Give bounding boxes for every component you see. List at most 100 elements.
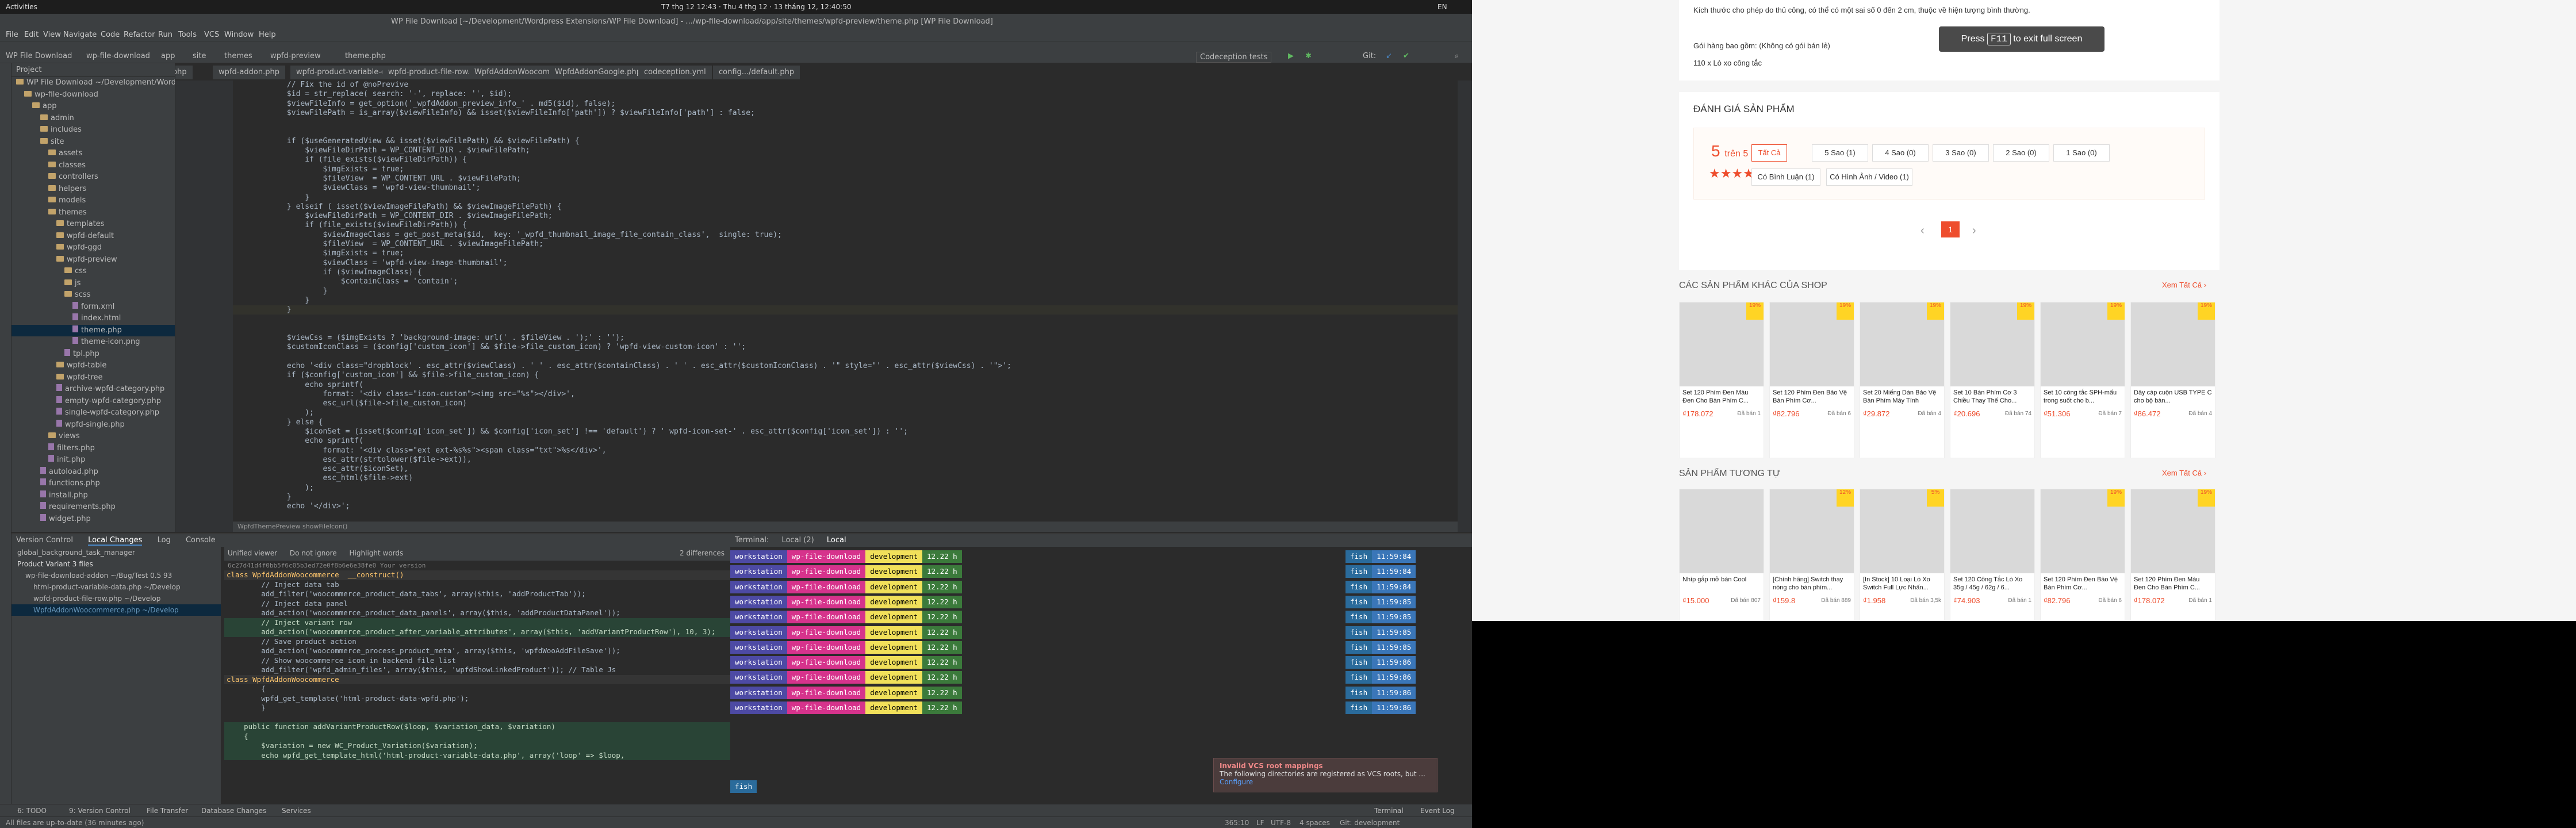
- menu-view[interactable]: View: [43, 30, 61, 39]
- rating-filter-button[interactable]: Tất Cả: [1751, 144, 1787, 162]
- tree-item[interactable]: wpfd-tree: [12, 372, 175, 384]
- tree-item[interactable]: controllers: [12, 171, 175, 183]
- menu-run[interactable]: Run: [158, 30, 172, 39]
- rating-filter-button[interactable]: 1 Sao (0): [2053, 144, 2110, 162]
- menu-edit[interactable]: Edit: [24, 30, 39, 39]
- tree-item[interactable]: requirements.php: [12, 501, 175, 513]
- similar-see-all-link[interactable]: Xem Tất Cả ›: [2162, 469, 2206, 477]
- tree-item[interactable]: widget.php: [12, 513, 175, 526]
- tree-item[interactable]: wpfd-single.php: [12, 419, 175, 431]
- editor-tab[interactable]: config.../default.php: [713, 66, 801, 79]
- tab-local-changes[interactable]: Local Changes: [88, 536, 143, 546]
- tree-item[interactable]: app: [12, 101, 175, 113]
- rating-filter-button[interactable]: 3 Sao (0): [1933, 144, 1989, 162]
- changelist-item[interactable]: global_background_task_manager: [12, 547, 221, 558]
- breadcrumb-file[interactable]: theme.php: [345, 52, 386, 60]
- activities-label[interactable]: Activities: [6, 3, 37, 11]
- caret-position[interactable]: 365:10: [1225, 819, 1249, 827]
- tree-item[interactable]: theme.php: [12, 324, 175, 336]
- product-card[interactable]: 19% Set 20 Miếng Dán Bảo Vệ Bàn Phím Máy …: [1860, 302, 1945, 458]
- tab-log[interactable]: Log: [158, 536, 171, 545]
- tree-item[interactable]: empty-wpfd-category.php: [12, 396, 175, 408]
- tree-item[interactable]: archive-wpfd-category.php: [12, 384, 175, 396]
- page-prev-button[interactable]: ‹: [1920, 224, 1925, 237]
- page-1-button[interactable]: 1: [1941, 221, 1960, 237]
- tree-item[interactable]: css: [12, 266, 175, 278]
- tree-item[interactable]: form.xml: [12, 301, 175, 313]
- tree-item[interactable]: wpfd-ggd: [12, 242, 175, 254]
- run-icon[interactable]: ▶: [1288, 52, 1294, 60]
- tree-item[interactable]: autoload.php: [12, 466, 175, 478]
- menu-window[interactable]: Window: [224, 30, 254, 39]
- rating-filter-button[interactable]: Có Bình Luận (1): [1751, 168, 1820, 186]
- breadcrumb-module[interactable]: wp-file-download: [86, 52, 150, 60]
- run-config-select[interactable]: Codeception tests: [1196, 52, 1272, 63]
- rating-filter-button[interactable]: Có Hình Ảnh / Video (1): [1826, 168, 1912, 186]
- breadcrumb-theme[interactable]: wpfd-preview: [270, 52, 321, 60]
- menu-file[interactable]: File: [6, 30, 18, 39]
- tree-item[interactable]: templates: [12, 218, 175, 231]
- tree-item[interactable]: wpfd-table: [12, 360, 175, 372]
- product-card[interactable]: 5% [In Stock] 10 Loại Lò Xo Switch Full L…: [1860, 489, 1945, 621]
- viewer-select[interactable]: Unified viewer: [228, 549, 277, 557]
- indent-setting[interactable]: 4 spaces: [1300, 819, 1330, 827]
- breadcrumb-project[interactable]: WP File Download: [6, 52, 72, 60]
- page-next-button[interactable]: ›: [1972, 224, 1976, 237]
- diff-content[interactable]: class WpfdAddonWoocommerce __construct()…: [224, 570, 730, 760]
- product-card[interactable]: 19% Set 10 Bàn Phím Cơ 3 Chiều Thay Thế C…: [1950, 302, 2035, 458]
- tree-item[interactable]: theme-icon.png: [12, 336, 175, 348]
- git-branch[interactable]: Git: development: [1340, 819, 1400, 827]
- vcs-notification[interactable]: Invalid VCS root mappings The following …: [1213, 758, 1438, 792]
- editor-breadcrumb[interactable]: WpfdThemePreview showFileIcon(): [233, 522, 1458, 532]
- code-editor[interactable]: // Fix the id of @noPrevive $id = str_re…: [233, 80, 1458, 532]
- tree-item[interactable]: functions.php: [12, 478, 175, 490]
- changelist-item[interactable]: Product Variant 3 files: [12, 558, 221, 570]
- tree-item[interactable]: helpers: [12, 183, 175, 195]
- tree-item[interactable]: wpfd-preview: [12, 254, 175, 266]
- tree-item[interactable]: views: [12, 431, 175, 443]
- tree-item[interactable]: wpfd-default: [12, 231, 175, 243]
- tab-console[interactable]: Console: [186, 536, 216, 545]
- product-card[interactable]: 19% Set 120 Phím Đen Màu Đen Cho Bàn Phím…: [1679, 302, 1764, 458]
- product-card[interactable]: 19% Set 10 công tắc SPH-mấu trong suốt ch…: [2040, 302, 2125, 458]
- product-card[interactable]: Set 120 Công Tắc Lò Xo 35g / 45g / 62g /…: [1950, 489, 2035, 621]
- tree-item[interactable]: index.html: [12, 313, 175, 325]
- highlight-select[interactable]: Highlight words: [350, 549, 404, 557]
- tool-database-changes[interactable]: Database Changes: [201, 807, 266, 815]
- tree-item[interactable]: models: [12, 195, 175, 207]
- tool-terminal[interactable]: Terminal: [1374, 807, 1404, 815]
- tree-item[interactable]: WP File Download ~/Development/Wordpre: [12, 77, 175, 89]
- rating-filter-button[interactable]: 5 Sao (1): [1812, 144, 1868, 162]
- tree-item[interactable]: scss: [12, 289, 175, 301]
- product-card[interactable]: 19% Set 120 Phím Đen Bảo Vệ Bàn Phím Cơ..…: [1769, 302, 1854, 458]
- tool-version-control[interactable]: 9: Version Control: [69, 807, 131, 815]
- keyboard-layout[interactable]: EN: [1438, 3, 1447, 11]
- menu-tools[interactable]: Tools: [178, 30, 197, 39]
- editor-scrollbar[interactable]: [1458, 80, 1472, 532]
- other-see-all-link[interactable]: Xem Tất Cả ›: [2162, 281, 2206, 289]
- tree-item[interactable]: admin: [12, 113, 175, 125]
- menu-help[interactable]: Help: [259, 30, 276, 39]
- project-panel-header[interactable]: Project: [12, 63, 175, 77]
- tree-item[interactable]: includes: [12, 124, 175, 136]
- tree-item[interactable]: site: [12, 136, 175, 148]
- line-separator[interactable]: LF: [1256, 819, 1264, 827]
- rating-filter-button[interactable]: 2 Sao (0): [1993, 144, 2049, 162]
- update-icon[interactable]: ↙: [1386, 52, 1392, 60]
- tree-item[interactable]: install.php: [12, 490, 175, 502]
- tree-item[interactable]: wp-file-download: [12, 89, 175, 101]
- changelist-item[interactable]: wp-file-download-addon ~/Bug/Test 0.5 93: [12, 570, 221, 581]
- menu-vcs[interactable]: VCS: [204, 30, 219, 39]
- menu-refactor[interactable]: Refactor: [124, 30, 155, 39]
- commit-icon[interactable]: ✔: [1403, 52, 1409, 60]
- tree-item[interactable]: init.php: [12, 454, 175, 466]
- terminal-current-prompt[interactable]: fish: [730, 780, 757, 793]
- file-encoding[interactable]: UTF-8: [1271, 819, 1291, 827]
- debug-icon[interactable]: ✱: [1305, 52, 1312, 60]
- menu-navigate[interactable]: Navigate: [63, 30, 97, 39]
- tool-file-transfer[interactable]: File Transfer: [147, 807, 188, 815]
- breadcrumb-site[interactable]: site: [193, 52, 206, 60]
- tool-services[interactable]: Services: [282, 807, 311, 815]
- notification-configure-link[interactable]: Configure: [1220, 778, 1431, 786]
- tab-terminal-local-2[interactable]: Local (2): [781, 536, 814, 545]
